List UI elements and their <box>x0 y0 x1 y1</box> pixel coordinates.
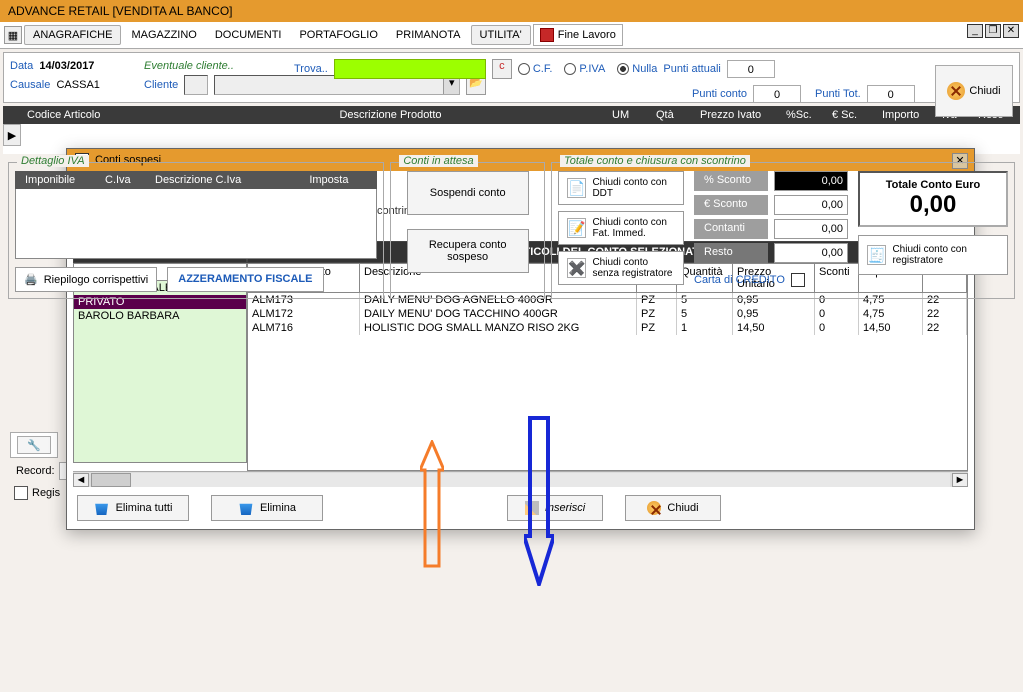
azzeramento-button[interactable]: AZZERAMENTO FISCALE <box>167 267 323 292</box>
chiudi-ddt-button[interactable]: 📄Chiudi conto con DDT <box>558 171 684 205</box>
iva-body <box>15 189 377 259</box>
dialog-chiudi-button[interactable]: Chiudi <box>625 495 721 521</box>
radio-piva[interactable]: P.IVA <box>564 63 605 75</box>
totale-label: Totale Conto Euro <box>866 179 1000 191</box>
articoli-table: ALM173DAILY MENU' DOG AGNELLO 400GRPZ50,… <box>247 293 968 471</box>
registri-tab[interactable]: Regis <box>32 487 60 499</box>
eur-sconto-label: € Sconto <box>694 195 768 215</box>
printer-icon: 🖨️ <box>24 273 38 286</box>
fine-lavoro-label: Fine Lavoro <box>558 29 616 41</box>
pencil-icon <box>525 501 539 515</box>
trova-label: Trova.. <box>294 63 328 75</box>
punti-conto-label: Punti conto <box>692 88 747 100</box>
riepilogo-button[interactable]: 🖨️ Riepilogo corrispettivi <box>15 267 157 292</box>
system-menu-icon[interactable]: ▦ <box>4 26 22 44</box>
conti-attesa-legend: Conti in attesa <box>399 155 477 167</box>
close-icon <box>647 501 661 515</box>
window-titlebar: ADVANCE RETAIL [VENDITA AL BANCO] <box>0 0 1023 22</box>
grid-header: Codice Articolo Descrizione Prodotto UM … <box>3 106 1020 124</box>
chiudi-top-button[interactable]: Chiudi <box>935 65 1013 117</box>
data-label: Data <box>10 60 33 72</box>
dialog-scrollbar[interactable]: ◄ ► <box>73 471 968 487</box>
table-row: ALM716HOLISTIC DOG SMALL MANZO RISO 2KGP… <box>248 321 967 335</box>
chiudi-noreg-button[interactable]: ✖️Chiudi conto senza registratore <box>558 251 684 285</box>
data-value: 14/03/2017 <box>39 60 94 72</box>
menu-anagrafiche[interactable]: ANAGRAFICHE <box>24 25 121 45</box>
record-label: Record: <box>16 465 55 477</box>
menu-documenti[interactable]: DOCUMENTI <box>207 26 290 44</box>
scroll-left-icon[interactable]: ◄ <box>73 473 89 487</box>
causale-label: Causale <box>10 79 50 91</box>
punti-tot-label: Punti Tot. <box>815 88 861 100</box>
tab-icon <box>14 486 28 500</box>
inserisci-button[interactable]: Inserisci <box>507 495 603 521</box>
radio-nulla[interactable]: Nulla <box>617 63 657 75</box>
iva-header: Imponibile C.Iva Descrizione C.Iva Impos… <box>15 171 377 189</box>
register-icon: 🧾 <box>867 245 886 265</box>
minimize-button[interactable]: _ <box>967 24 983 38</box>
contanti-label: Contanti <box>694 219 768 239</box>
resto-label: Resto <box>694 243 768 263</box>
toolbox-icon[interactable]: 🔧 <box>17 436 51 454</box>
stop-icon <box>540 28 554 42</box>
credito-checkbox[interactable] <box>791 273 805 287</box>
elimina-button[interactable]: Elimina <box>211 495 323 521</box>
credito-label: Carta di CREDITO <box>694 274 785 286</box>
trova-input[interactable] <box>334 59 486 79</box>
menu-portafoglio[interactable]: PORTAFOGLIO <box>291 26 385 44</box>
pct-sconto-input[interactable]: 0,00 <box>774 171 848 191</box>
cliente-code-input[interactable] <box>184 75 208 95</box>
punti-attuali-label: Punti attuali <box>663 63 720 75</box>
menu-primanota[interactable]: PRIMANOTA <box>388 26 469 44</box>
row-indicator[interactable]: ▶ <box>3 124 21 146</box>
menu-magazzino[interactable]: MAGAZZINO <box>123 26 204 44</box>
totali-legend: Totale conto e chiusura con scontrino <box>560 155 750 167</box>
trash-icon <box>94 501 110 515</box>
ddt-icon: 📄 <box>567 178 586 198</box>
punti-attuali-value: 0 <box>727 60 775 78</box>
trova-clear-button[interactable]: c <box>492 59 512 79</box>
trash-icon <box>238 501 254 515</box>
top-panel: Data 14/03/2017 Eventuale cliente.. Caus… <box>3 52 1020 103</box>
invoice-icon: 📝 <box>567 218 586 238</box>
noreg-icon: ✖️ <box>567 258 586 278</box>
punti-conto-value: 0 <box>753 85 801 103</box>
recupera-conto-button[interactable]: Recupera conto sospeso <box>407 229 529 273</box>
sospendi-conto-button[interactable]: Sospendi conto <box>407 171 529 215</box>
chiudi-fattura-button[interactable]: 📝Chiudi conto con Fat. Immed. <box>558 211 684 245</box>
menubar: ▦ ANAGRAFICHE MAGAZZINO DOCUMENTI PORTAF… <box>0 22 1023 49</box>
close-window-button[interactable]: ✕ <box>1003 24 1019 38</box>
resto-value: 0,00 <box>774 243 848 263</box>
dettaglio-iva-legend: Dettaglio IVA <box>17 155 89 167</box>
totale-box: Totale Conto Euro 0,00 <box>858 171 1008 227</box>
punti-tot-value: 0 <box>867 85 915 103</box>
scroll-right-icon[interactable]: ► <box>952 473 968 487</box>
conti-item-2[interactable]: BAROLO BARBARA <box>74 309 246 323</box>
elimina-tutti-button[interactable]: Elimina tutti <box>77 495 189 521</box>
radio-cf[interactable]: C.F. <box>518 63 553 75</box>
contanti-input[interactable]: 0,00 <box>774 219 848 239</box>
fine-lavoro-button[interactable]: Fine Lavoro <box>533 24 623 46</box>
eur-sconto-input[interactable]: 0,00 <box>774 195 848 215</box>
cliente-label: Cliente <box>144 79 178 91</box>
menu-utilita[interactable]: UTILITA' <box>471 25 531 45</box>
chiudi-con-registratore-button[interactable]: 🧾 Chiudi conto con registratore <box>858 235 1008 275</box>
table-row: ALM172DAILY MENU' DOG TACCHINO 400GRPZ50… <box>248 307 967 321</box>
restore-button[interactable]: ❐ <box>985 24 1001 38</box>
close-icon <box>947 82 965 100</box>
causale-value: CASSA1 <box>56 79 99 91</box>
pct-sconto-label: % Sconto <box>694 171 768 191</box>
totale-value: 0,00 <box>866 191 1000 219</box>
